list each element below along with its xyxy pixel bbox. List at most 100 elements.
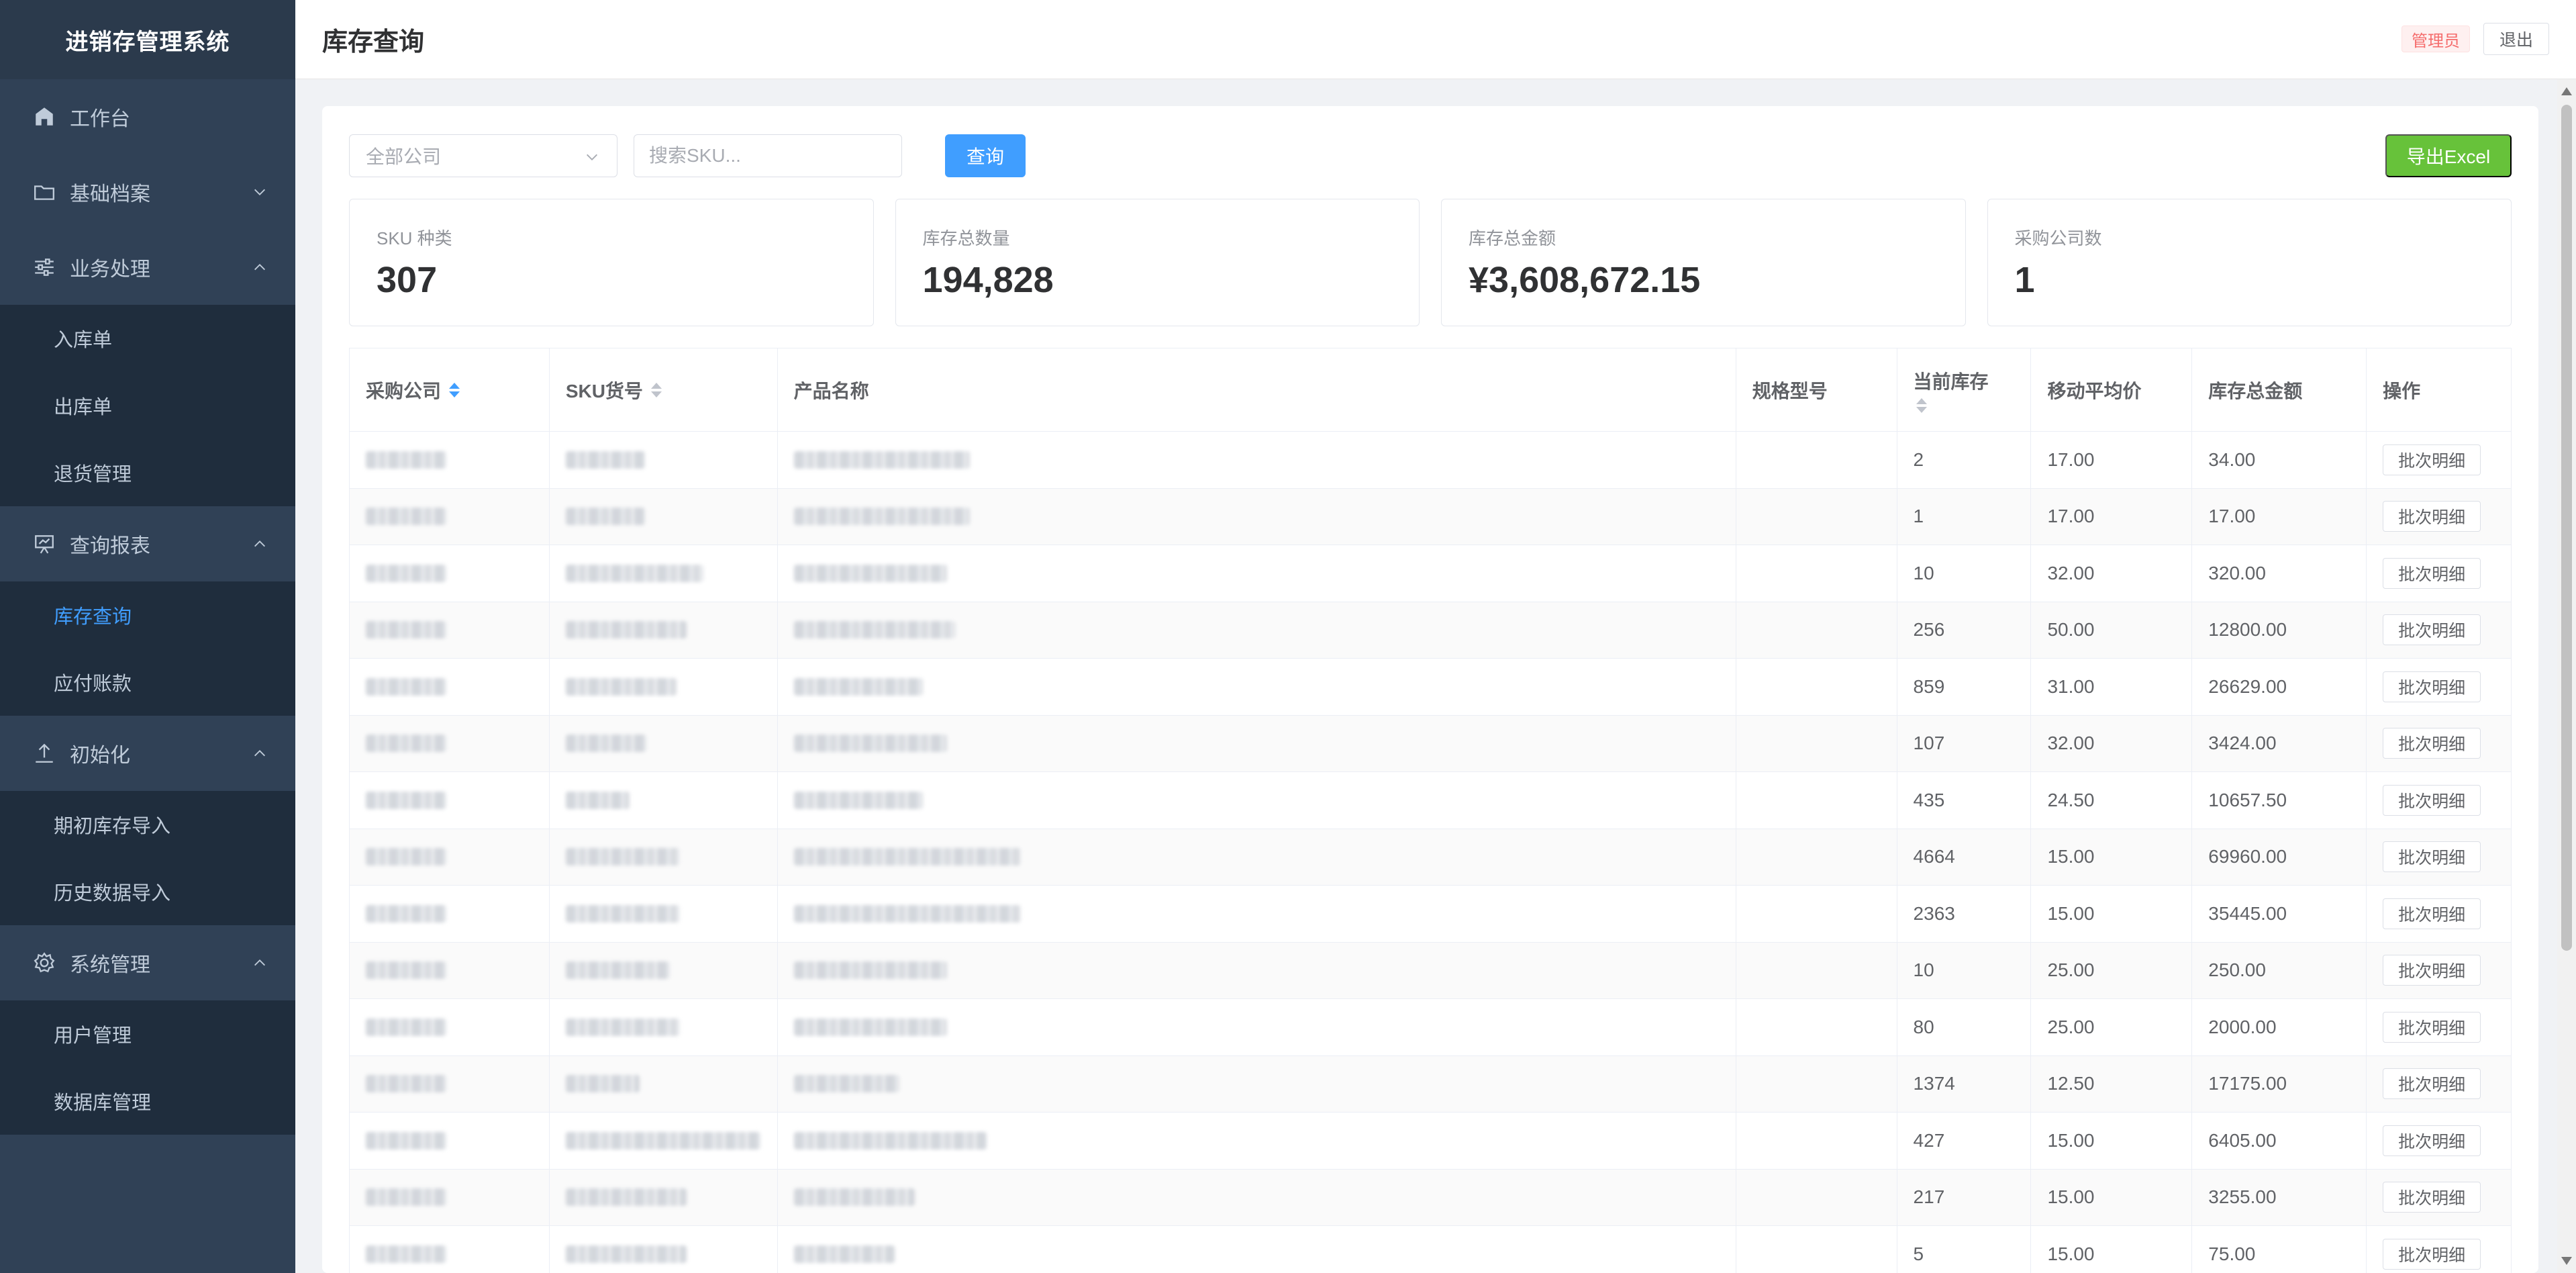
sort-caret-icon[interactable] xyxy=(650,382,662,397)
cell-total-amount: 17.00 xyxy=(2192,488,2367,545)
redacted-text xyxy=(565,1131,760,1149)
cell-sku xyxy=(550,545,778,602)
sidebar-item-13[interactable]: 用户管理 xyxy=(0,1000,295,1068)
sidebar-group-6[interactable]: 查询报表 xyxy=(0,506,295,581)
sidebar-item-label: 初始化 xyxy=(70,745,130,767)
batch-detail-button[interactable]: 批次明细 xyxy=(2383,1125,2481,1156)
presentation-icon xyxy=(31,530,58,557)
cell-sku xyxy=(550,488,778,545)
cell-sku xyxy=(550,772,778,829)
cell-sku xyxy=(550,432,778,488)
sidebar-item-5[interactable]: 退货管理 xyxy=(0,439,295,506)
column-label: 移动平均价 xyxy=(2047,380,2142,402)
sidebar-group-12[interactable]: 系统管理 xyxy=(0,925,295,1000)
sidebar-item-7[interactable]: 库存查询 xyxy=(0,581,295,649)
cell-spec xyxy=(1736,999,1897,1055)
column-label: 规格型号 xyxy=(1752,380,1828,402)
scroll-down-icon[interactable] xyxy=(2561,1257,2572,1265)
home-icon xyxy=(31,103,58,130)
cell-company xyxy=(350,715,550,771)
stat-label: 库存总数量 xyxy=(922,228,1010,248)
column-header-company[interactable]: 采购公司 xyxy=(350,348,550,431)
batch-detail-button[interactable]: 批次明细 xyxy=(2383,1238,2481,1270)
sidebar-item-8[interactable]: 应付账款 xyxy=(0,649,295,716)
redacted-text xyxy=(565,1188,687,1207)
cell-product-name xyxy=(778,999,1736,1055)
query-button[interactable]: 查询 xyxy=(945,134,1026,177)
redacted-text xyxy=(793,1245,895,1263)
batch-detail-button[interactable]: 批次明细 xyxy=(2383,898,2481,929)
cell-sku xyxy=(550,1169,778,1225)
table-row: 2 17.00 34.00 批次明细 xyxy=(350,432,2511,489)
redacted-text xyxy=(565,677,677,696)
sidebar-group-9[interactable]: 初始化 xyxy=(0,716,295,791)
batch-detail-button[interactable]: 批次明细 xyxy=(2383,1068,2481,1100)
column-header-sku[interactable]: SKU货号 xyxy=(550,348,778,431)
cell-product-name xyxy=(778,772,1736,829)
cell-product-name xyxy=(778,942,1736,998)
batch-detail-button[interactable]: 批次明细 xyxy=(2383,1182,2481,1213)
sidebar-item-11[interactable]: 历史数据导入 xyxy=(0,858,295,925)
page-scrollbar[interactable] xyxy=(2557,79,2576,1273)
cell-actions: 批次明细 xyxy=(2367,829,2511,886)
batch-detail-button[interactable]: 批次明细 xyxy=(2383,841,2481,873)
sku-search-input[interactable] xyxy=(634,134,902,177)
sort-caret-icon[interactable] xyxy=(449,382,460,397)
sidebar-group-0[interactable]: 工作台 xyxy=(0,79,295,154)
sidebar-group-2[interactable]: 业务处理 xyxy=(0,230,295,305)
table-row: 107 32.00 3424.00 批次明细 xyxy=(350,715,2511,772)
sort-caret-icon[interactable] xyxy=(1916,397,1927,413)
cell-total-amount: 12800.00 xyxy=(2192,602,2367,658)
cell-avg-price: 50.00 xyxy=(2031,602,2193,658)
cell-current-stock: 1374 xyxy=(1897,1055,2032,1112)
cell-sku xyxy=(550,1055,778,1112)
column-header-actions: 操作 xyxy=(2367,348,2511,431)
company-select[interactable]: 全部公司 xyxy=(349,134,617,177)
sidebar-item-3[interactable]: 入库单 xyxy=(0,305,295,372)
redacted-text xyxy=(366,1188,446,1207)
batch-detail-button[interactable]: 批次明细 xyxy=(2383,557,2481,589)
redacted-text xyxy=(565,451,645,469)
sidebar-group-1[interactable]: 基础档案 xyxy=(0,154,295,230)
redacted-text xyxy=(366,621,446,639)
column-label: 采购公司 xyxy=(366,380,442,402)
cell-current-stock: 4664 xyxy=(1897,829,2032,885)
cell-company xyxy=(350,659,550,715)
redacted-text xyxy=(366,508,446,526)
cell-total-amount: 69960.00 xyxy=(2192,829,2367,885)
table-row: 2363 15.00 35445.00 批次明细 xyxy=(350,886,2511,943)
scroll-thumb[interactable] xyxy=(2561,105,2572,951)
logout-button[interactable]: 退出 xyxy=(2483,23,2549,55)
batch-detail-button[interactable]: 批次明细 xyxy=(2383,1011,2481,1043)
redacted-text xyxy=(366,1131,446,1149)
cell-sku xyxy=(550,659,778,715)
stat-value: 1 xyxy=(2014,260,2035,300)
cell-product-name xyxy=(778,659,1736,715)
sidebar-item-14[interactable]: 数据库管理 xyxy=(0,1068,295,1135)
batch-detail-button[interactable]: 批次明细 xyxy=(2383,671,2481,702)
table-row: 4664 15.00 69960.00 批次明细 xyxy=(350,829,2511,886)
table-row: 256 50.00 12800.00 批次明细 xyxy=(350,602,2511,659)
scroll-up-icon[interactable] xyxy=(2561,87,2572,95)
redacted-text xyxy=(565,621,687,639)
sidebar-item-4[interactable]: 出库单 xyxy=(0,372,295,439)
batch-detail-button[interactable]: 批次明细 xyxy=(2383,614,2481,646)
cell-company xyxy=(350,886,550,942)
table-row: 10 32.00 320.00 批次明细 xyxy=(350,545,2511,602)
stat-sku-types: SKU 种类 307 xyxy=(349,199,874,326)
batch-detail-button[interactable]: 批次明细 xyxy=(2383,444,2481,475)
sidebar-item-10[interactable]: 期初库存导入 xyxy=(0,791,295,858)
column-header-current-stock[interactable]: 当前库存 xyxy=(1897,348,2032,431)
cell-avg-price: 25.00 xyxy=(2031,999,2193,1055)
redacted-text xyxy=(366,564,446,582)
redacted-text xyxy=(793,848,1021,866)
cell-product-name xyxy=(778,545,1736,602)
batch-detail-button[interactable]: 批次明细 xyxy=(2383,784,2481,816)
table-row: 10 25.00 250.00 批次明细 xyxy=(350,942,2511,999)
batch-detail-button[interactable]: 批次明细 xyxy=(2383,955,2481,986)
batch-detail-button[interactable]: 批次明细 xyxy=(2383,728,2481,759)
column-header-total-amount: 库存总金额 xyxy=(2192,348,2367,431)
batch-detail-button[interactable]: 批次明细 xyxy=(2383,501,2481,532)
export-excel-button[interactable]: 导出Excel xyxy=(2385,134,2512,177)
redacted-text xyxy=(793,1018,947,1036)
